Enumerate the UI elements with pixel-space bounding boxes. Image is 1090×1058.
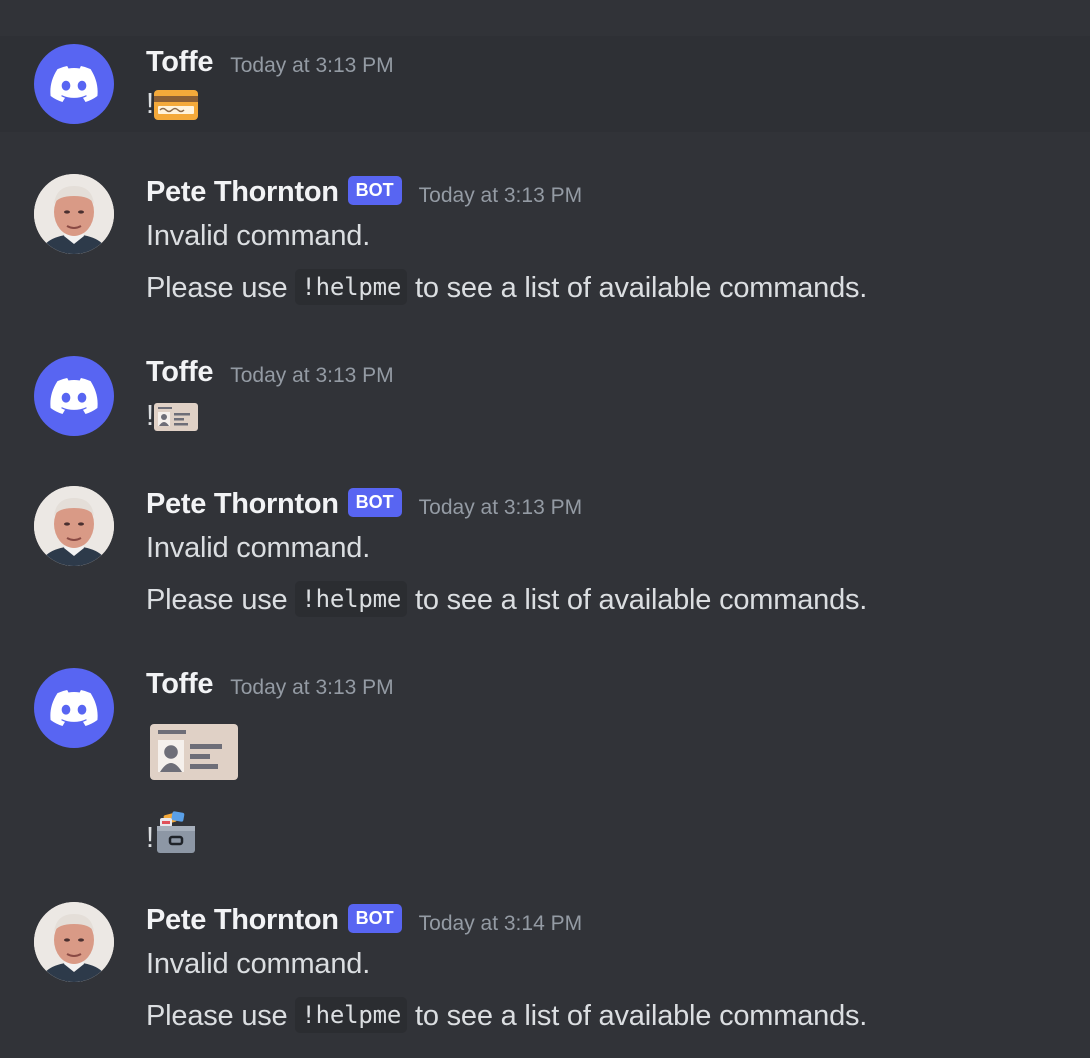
message-text-line: Please use !helpme to see a list of avai… bbox=[146, 269, 868, 305]
inline-code: !helpme bbox=[295, 581, 408, 617]
username[interactable]: Toffe bbox=[146, 46, 214, 79]
message-content: ! bbox=[146, 810, 198, 854]
username[interactable]: Toffe bbox=[146, 668, 214, 701]
profile-photo-icon bbox=[34, 902, 114, 982]
message-pete-1[interactable]: Pete Thornton BOT Today at 3:13 PM Inval… bbox=[0, 166, 1090, 316]
id-card-icon bbox=[154, 403, 199, 431]
avatar[interactable] bbox=[34, 902, 114, 982]
text: to see a list of available commands. bbox=[414, 272, 868, 304]
message-text-line: Please use !helpme to see a list of avai… bbox=[146, 581, 868, 617]
message-text: ! bbox=[146, 400, 155, 432]
message-pete-2[interactable]: Pete Thornton BOT Today at 3:13 PM Inval… bbox=[0, 478, 1090, 628]
avatar[interactable] bbox=[34, 486, 114, 566]
text: Please use bbox=[146, 584, 288, 616]
message-header: Toffe Today at 3:13 PM bbox=[146, 46, 394, 79]
text: Please use bbox=[146, 1000, 288, 1032]
message-text-line: Please use !helpme to see a list of avai… bbox=[146, 997, 868, 1033]
jumbo-emoji bbox=[148, 722, 240, 782]
discord-logo-icon bbox=[50, 690, 98, 726]
message-header: Pete Thornton BOT Today at 3:13 PM bbox=[146, 488, 582, 521]
avatar[interactable] bbox=[34, 668, 114, 748]
timestamp[interactable]: Today at 3:14 PM bbox=[419, 912, 582, 936]
bot-tag: BOT bbox=[347, 904, 402, 933]
profile-photo-icon bbox=[34, 174, 114, 254]
message-header: Pete Thornton BOT Today at 3:14 PM bbox=[146, 904, 582, 937]
id-card-icon bbox=[150, 724, 238, 780]
message-text: Invalid command. bbox=[146, 532, 371, 564]
message-text: ! bbox=[146, 88, 155, 120]
text: to see a list of available commands. bbox=[414, 584, 868, 616]
username[interactable]: Pete Thornton bbox=[146, 176, 339, 209]
username[interactable]: Pete Thornton bbox=[146, 904, 339, 937]
discord-logo-icon bbox=[50, 66, 98, 102]
message-content: ! bbox=[146, 400, 199, 432]
avatar[interactable] bbox=[34, 44, 114, 124]
discord-logo-icon bbox=[50, 378, 98, 414]
message-header: Toffe Today at 3:13 PM bbox=[146, 668, 394, 701]
text: to see a list of available commands. bbox=[414, 1000, 868, 1032]
card-file-box-icon bbox=[157, 811, 196, 853]
bot-tag: BOT bbox=[347, 176, 402, 205]
bot-tag: BOT bbox=[347, 488, 402, 517]
chat-messages: Toffe Today at 3:13 PM ! Pete Thornton B… bbox=[0, 0, 1090, 1058]
inline-code: !helpme bbox=[295, 269, 408, 305]
message-toffe-1[interactable]: Toffe Today at 3:13 PM ! bbox=[0, 36, 1090, 132]
credit-card-icon bbox=[154, 90, 199, 120]
timestamp[interactable]: Today at 3:13 PM bbox=[230, 54, 393, 78]
inline-code: !helpme bbox=[295, 997, 408, 1033]
message-header: Pete Thornton BOT Today at 3:13 PM bbox=[146, 176, 582, 209]
username[interactable]: Toffe bbox=[146, 356, 214, 389]
profile-photo-icon bbox=[34, 486, 114, 566]
timestamp[interactable]: Today at 3:13 PM bbox=[230, 364, 393, 388]
username[interactable]: Pete Thornton bbox=[146, 488, 339, 521]
message-text: Invalid command. bbox=[146, 220, 371, 252]
channel-top-strip bbox=[0, 0, 1090, 36]
timestamp[interactable]: Today at 3:13 PM bbox=[230, 676, 393, 700]
message-pete-3[interactable]: Pete Thornton BOT Today at 3:14 PM Inval… bbox=[0, 894, 1090, 1044]
text: Please use bbox=[146, 272, 288, 304]
avatar[interactable] bbox=[34, 356, 114, 436]
message-toffe-3[interactable]: Toffe Today at 3:13 PM ! bbox=[0, 658, 1090, 868]
message-text: Invalid command. bbox=[146, 948, 371, 980]
message-text: ! bbox=[146, 822, 155, 854]
message-header: Toffe Today at 3:13 PM bbox=[146, 356, 394, 389]
timestamp[interactable]: Today at 3:13 PM bbox=[419, 184, 582, 208]
timestamp[interactable]: Today at 3:13 PM bbox=[419, 496, 582, 520]
message-toffe-2[interactable]: Toffe Today at 3:13 PM ! bbox=[0, 346, 1090, 446]
message-content: ! bbox=[146, 88, 199, 120]
avatar[interactable] bbox=[34, 174, 114, 254]
